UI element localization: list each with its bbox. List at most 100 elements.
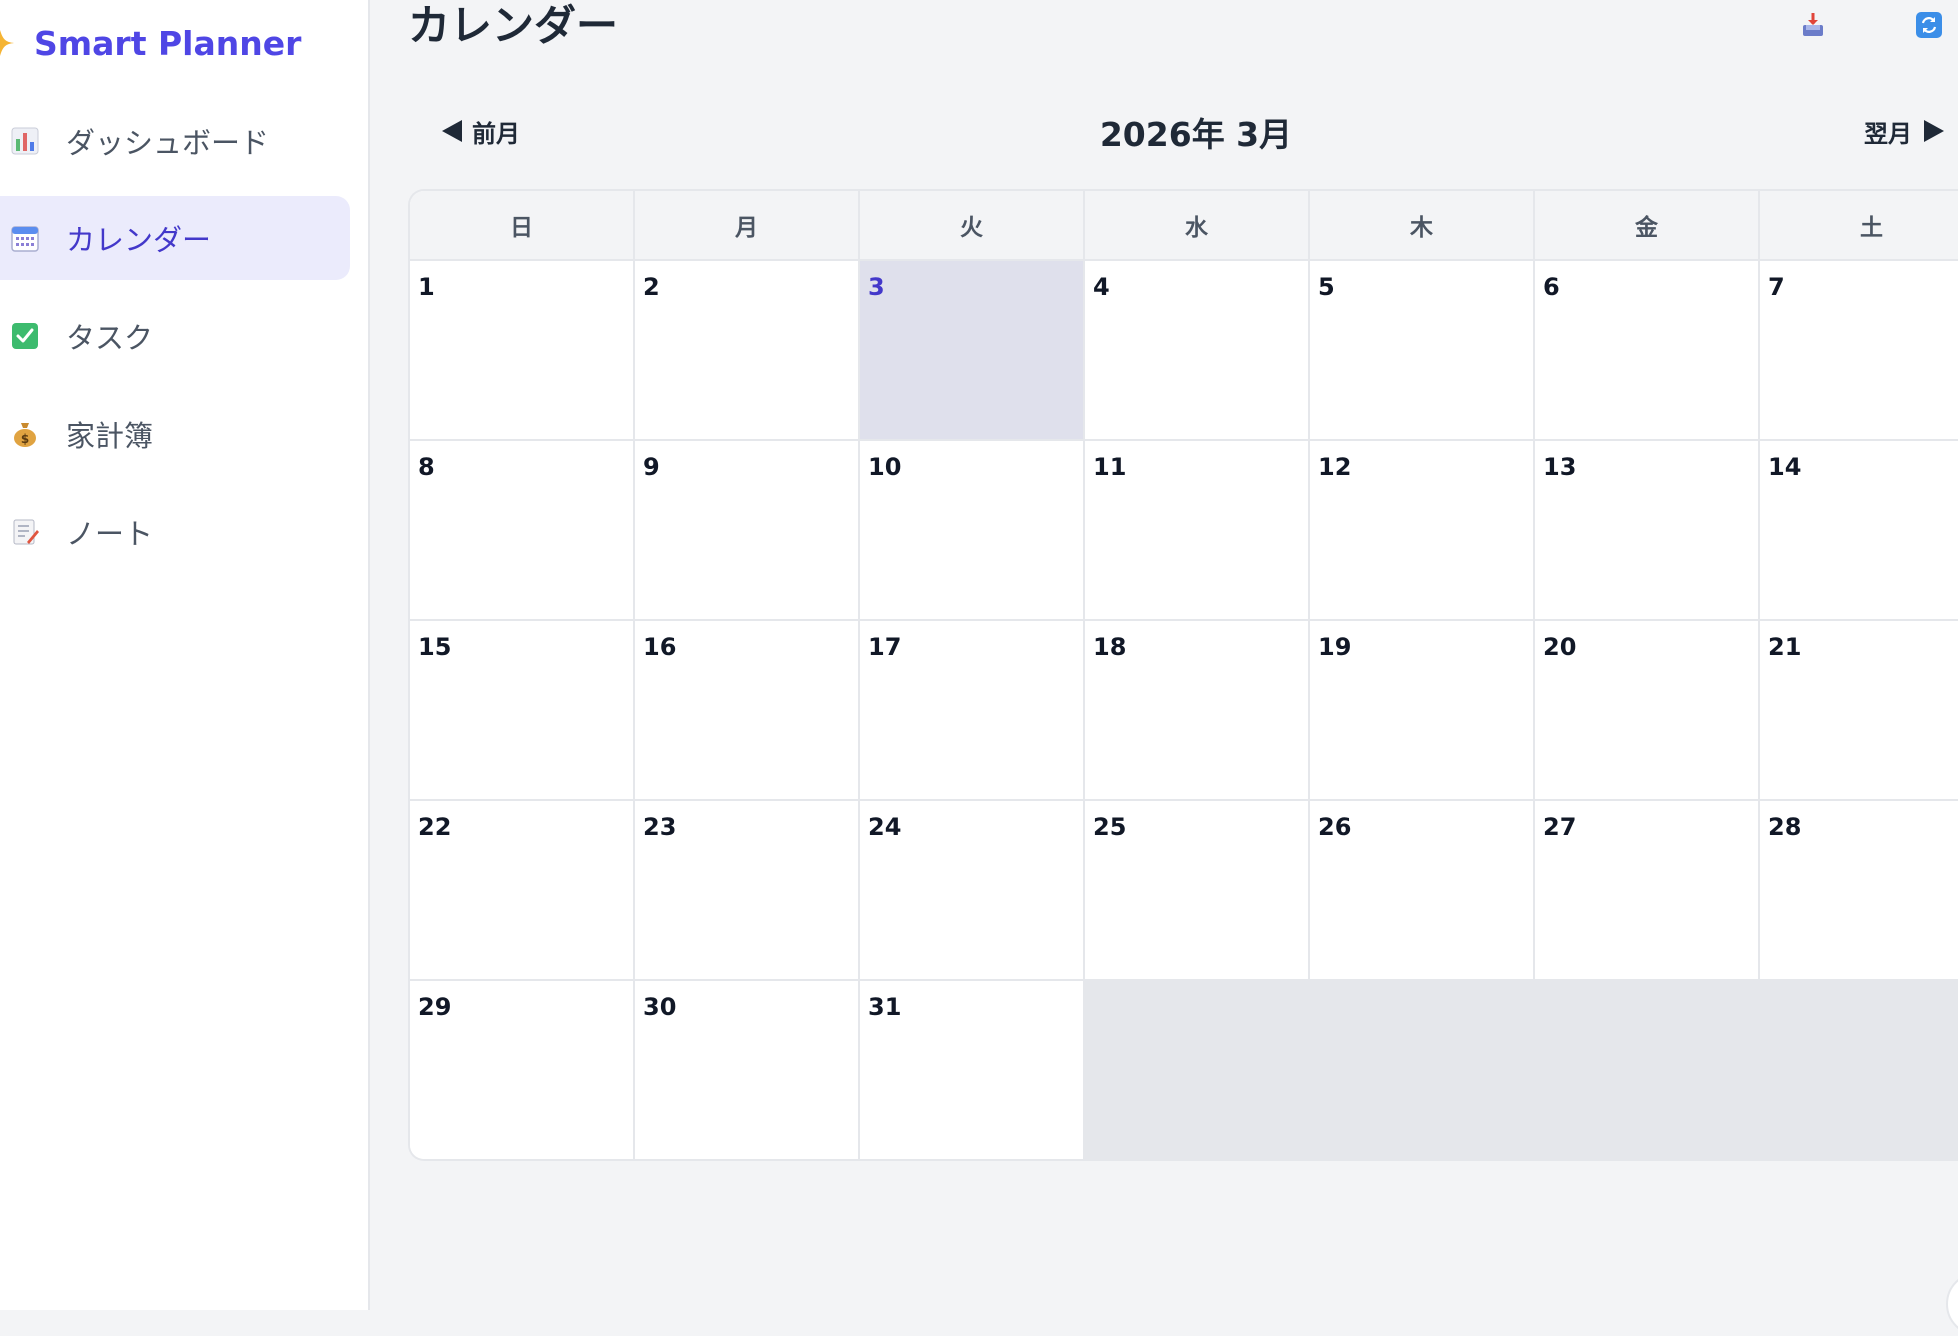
day-number: 24: [868, 813, 902, 841]
weekday-tue: 火: [860, 191, 1085, 259]
day-number: 20: [1543, 633, 1577, 661]
refresh-icon[interactable]: [1916, 12, 1942, 38]
brand[interactable]: Smart Planner: [0, 18, 301, 68]
weekday-header-row: 日 月 火 水 木 金 土: [410, 191, 1958, 261]
calendar-day-cell[interactable]: 18: [1085, 621, 1310, 799]
day-number: 6: [1543, 273, 1560, 301]
calendar-day-cell[interactable]: 4: [1085, 261, 1310, 439]
calendar-day-cell[interactable]: 14: [1760, 441, 1958, 619]
next-month-button[interactable]: 翌月: [1864, 110, 1944, 152]
calendar-week-row: 22 23 24 25 26 27 28: [410, 801, 1958, 981]
sidebar-item-calendar[interactable]: カレンダー: [0, 196, 350, 280]
sidebar-item-tasks[interactable]: タスク: [0, 294, 350, 378]
weekday-fri: 金: [1535, 191, 1760, 259]
sidebar-item-dashboard[interactable]: ダッシュボード: [0, 99, 350, 183]
day-number: 26: [1318, 813, 1352, 841]
sidebar-item-label: ダッシュボード: [66, 126, 270, 160]
check-box-icon: [10, 321, 40, 351]
calendar-day-cell[interactable]: 15: [410, 621, 635, 799]
calendar-header: 前月 2026年 3月 翌月: [408, 100, 1958, 162]
day-number: 29: [418, 993, 452, 1021]
day-number: 12: [1318, 453, 1352, 481]
app-title: Smart Planner: [34, 23, 302, 63]
inbox-tray-icon[interactable]: [1800, 12, 1826, 38]
calendar-day-cell[interactable]: 16: [635, 621, 860, 799]
sidebar-item-notes[interactable]: ノート: [0, 490, 350, 574]
day-number: 2: [643, 273, 660, 301]
calendar-icon: [10, 223, 40, 253]
day-number: 27: [1543, 813, 1577, 841]
day-number: 21: [1768, 633, 1802, 661]
calendar-grid: 日 月 火 水 木 金 土 1 2 3 4 5 6 7 8 9 10 11 12 13 14 15 16 17 1…: [408, 189, 1958, 1161]
calendar-day-cell[interactable]: 27: [1535, 801, 1760, 979]
calendar-day-cell[interactable]: 8: [410, 441, 635, 619]
calendar-day-cell[interactable]: 6: [1535, 261, 1760, 439]
sidebar-item-label: カレンダー: [66, 223, 212, 257]
sidebar: Smart Planner ダッシュボード カレンダー タスク $ 家計簿 ノー…: [0, 0, 370, 1310]
day-number: 15: [418, 633, 452, 661]
calendar-day-cell[interactable]: 11: [1085, 441, 1310, 619]
calendar-day-cell[interactable]: 13: [1535, 441, 1760, 619]
calendar-day-cell[interactable]: 20: [1535, 621, 1760, 799]
calendar-day-cell[interactable]: 9: [635, 441, 860, 619]
calendar-day-cell[interactable]: 22: [410, 801, 635, 979]
sidebar-item-label: 家計簿: [66, 419, 154, 453]
weekday-thu: 木: [1310, 191, 1535, 259]
calendar-day-cell-today[interactable]: 3: [860, 261, 1085, 439]
calendar-day-cell[interactable]: 7: [1760, 261, 1958, 439]
day-number: 13: [1543, 453, 1577, 481]
day-number: 7: [1768, 273, 1785, 301]
calendar-day-cell[interactable]: 29: [410, 981, 635, 1159]
calendar-day-cell[interactable]: 17: [860, 621, 1085, 799]
day-number: 22: [418, 813, 452, 841]
calendar-day-cell[interactable]: 26: [1310, 801, 1535, 979]
calendar-week-row: 15 16 17 18 19 20 21: [410, 621, 1958, 801]
sidebar-item-budget[interactable]: $ 家計簿: [0, 392, 350, 476]
weekday-wed: 水: [1085, 191, 1310, 259]
page-title: カレンダー: [408, 1, 619, 50]
calendar-day-cell[interactable]: 23: [635, 801, 860, 979]
day-number: 28: [1768, 813, 1802, 841]
calendar-day-cell[interactable]: 25: [1085, 801, 1310, 979]
calendar-day-cell[interactable]: 24: [860, 801, 1085, 979]
day-number: 1: [418, 273, 435, 301]
calendar-day-cell[interactable]: 21: [1760, 621, 1958, 799]
calendar-day-cell[interactable]: 2: [635, 261, 860, 439]
calendar-week-row: 8 9 10 11 12 13 14: [410, 441, 1958, 621]
calendar-day-cell[interactable]: 12: [1310, 441, 1535, 619]
month-title: 2026年 3月: [1099, 115, 1293, 154]
day-number: 16: [643, 633, 677, 661]
bar-chart-icon: [10, 126, 40, 156]
calendar-day-cell[interactable]: 5: [1310, 261, 1535, 439]
calendar-day-cell[interactable]: 28: [1760, 801, 1958, 979]
day-number: 30: [643, 993, 677, 1021]
calendar-empty-cell: [1760, 981, 1958, 1159]
sidebar-item-label: ノート: [66, 517, 154, 551]
calendar-day-cell[interactable]: 1: [410, 261, 635, 439]
day-number: 18: [1093, 633, 1127, 661]
weekday-sun: 日: [410, 191, 635, 259]
day-number: 17: [868, 633, 902, 661]
day-number: 10: [868, 453, 902, 481]
next-month-label: 翌月: [1864, 119, 1912, 148]
calendar-weeks: 1 2 3 4 5 6 7 8 9 10 11 12 13 14 15 16 17 18 19 20 21 22 23 24 2…: [410, 261, 1958, 1159]
floating-action-button[interactable]: [1946, 1272, 1958, 1336]
sidebar-item-label: タスク: [66, 321, 154, 355]
svg-text:$: $: [21, 432, 29, 446]
triangle-right-icon: [1924, 120, 1944, 142]
day-number: 19: [1318, 633, 1352, 661]
calendar-day-cell[interactable]: 19: [1310, 621, 1535, 799]
calendar-empty-cell: [1085, 981, 1310, 1159]
day-number: 9: [643, 453, 660, 481]
calendar-empty-cell: [1310, 981, 1535, 1159]
calendar-day-cell[interactable]: 10: [860, 441, 1085, 619]
sparkle-icon: [0, 26, 22, 60]
calendar-week-row: 1 2 3 4 5 6 7: [410, 261, 1958, 441]
calendar-day-cell[interactable]: 30: [635, 981, 860, 1159]
day-number: 5: [1318, 273, 1335, 301]
day-number: 4: [1093, 273, 1110, 301]
day-number: 3: [868, 273, 885, 301]
money-bag-icon: $: [10, 419, 40, 449]
calendar-day-cell[interactable]: 31: [860, 981, 1085, 1159]
day-number: 23: [643, 813, 677, 841]
